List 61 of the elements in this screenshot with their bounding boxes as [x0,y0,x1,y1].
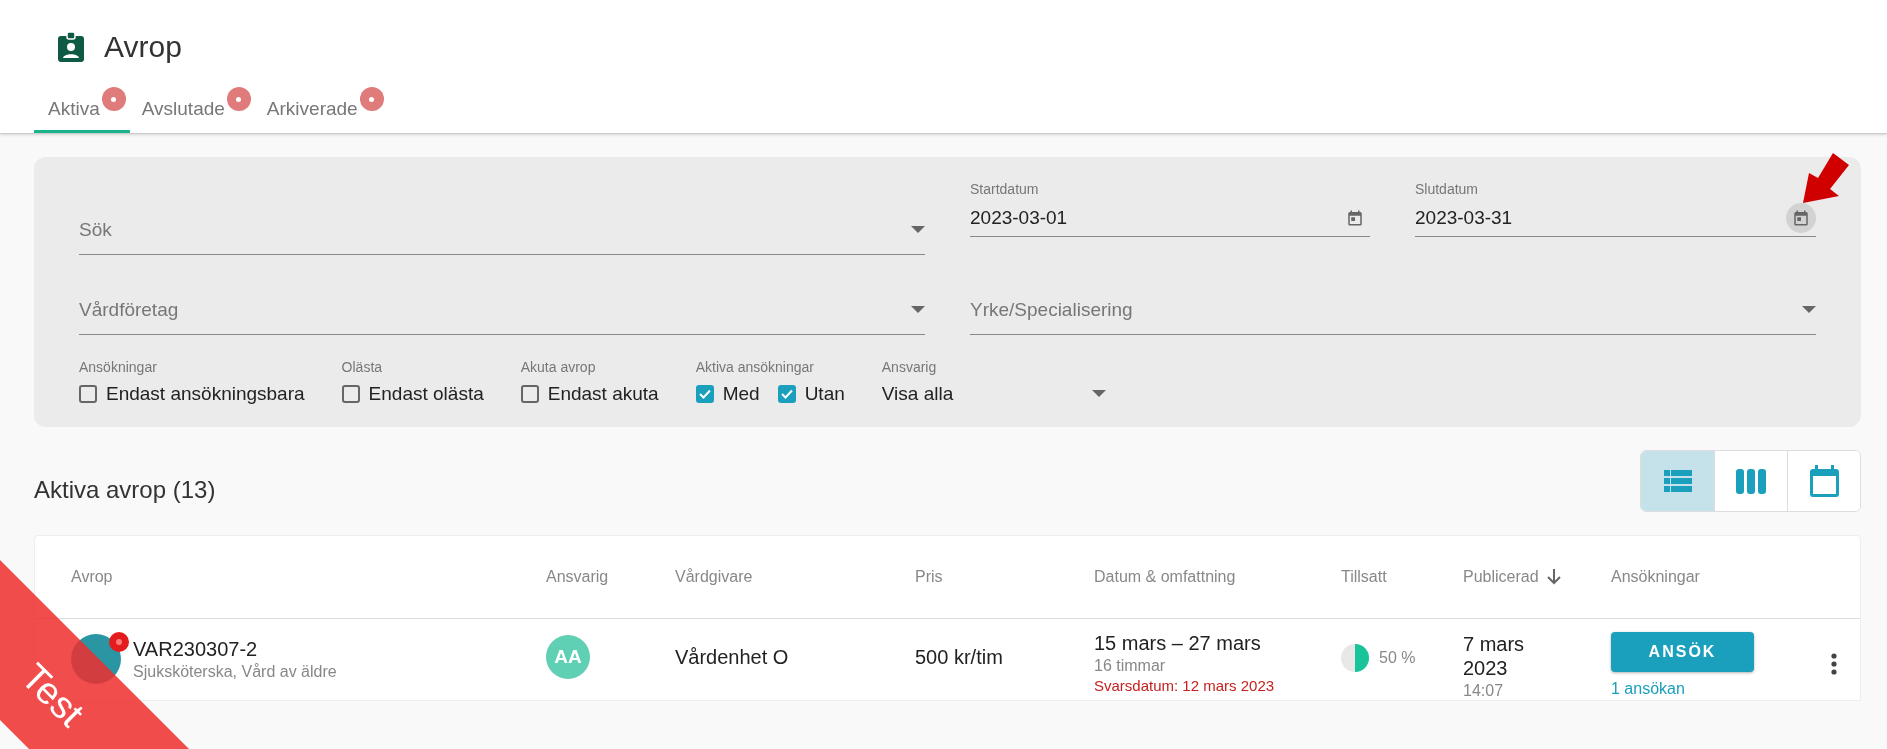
view-toggle-button[interactable] [1641,451,1714,511]
publish-time: 14:07 [1463,682,1505,700]
column-header: Avrop [71,568,113,586]
columns-icon [1735,468,1767,494]
column-header: Tillsatt [1341,568,1387,586]
list-view-icon [1663,470,1692,492]
calendar-icon[interactable] [1346,208,1364,227]
dropdown-field[interactable]: Yrke/Specialisering [970,285,1816,335]
request-subtitle: Sjuksköterska, Vård av äldre [133,663,337,681]
group-label: Ansökningar [79,359,158,375]
dropdown-caret-icon[interactable] [1802,305,1816,314]
view-toggle-button[interactable] [1787,451,1860,511]
annotation-arrow [1803,153,1849,203]
calendar-icon[interactable] [1792,208,1810,227]
publish-date: 7 mars 2023 [1463,632,1526,680]
group-label: Aktiva ansökningar [695,359,815,375]
column-header: Vårdgivare [675,568,753,586]
calendar-icon [1808,464,1840,498]
date-field[interactable]: 2023-03-01 [970,199,1370,237]
group-label: Ansvarig [881,359,938,375]
group-label: Olästa [341,359,384,375]
checkbox-option[interactable]: Endast olästa [341,383,484,405]
field-label: Startdatum [970,181,1040,197]
date-field[interactable]: 2023-03-31 [1415,199,1816,237]
page-title: Avrop [104,30,182,64]
avatar: AA [546,635,590,679]
hours-text: 16 timmar [1094,657,1167,675]
date-range: 15 mars – 27 mars [1094,632,1262,655]
dropdown-caret-icon[interactable] [911,305,925,314]
dropdown-caret-icon[interactable] [1091,390,1106,398]
tab[interactable]: Avslutade [127,86,255,133]
dropdown-field[interactable]: Vårdföretag [79,285,925,335]
field-label: Slutdatum [1415,181,1480,197]
checkbox[interactable] [341,385,360,403]
more-options-icon[interactable] [1831,653,1837,675]
checkbox[interactable] [520,385,539,403]
checkbox-option[interactable]: Endast ansökningsbara [79,383,305,405]
dropdown-caret-icon[interactable] [911,225,925,234]
column-header: Ansvarig [546,568,609,586]
deadline-text: Svarsdatum: 12 mars 2023 [1094,677,1276,694]
badge-icon [58,32,84,62]
table-cell-text: 500 kr/tim [915,646,1004,669]
column-header: Datum & omfattning [1094,568,1236,586]
checkbox-option[interactable]: Utan [777,383,845,405]
table-cell-text: Vårdenhet O [675,646,790,669]
group-label: Akuta avrop [520,359,597,375]
tab[interactable]: Aktiva [34,86,130,133]
section-title: Aktiva avrop (13) [34,476,216,504]
tab[interactable]: Arkiverade [252,86,388,133]
dropdown-field[interactable]: Visa alla [881,383,1106,405]
checkbox[interactable] [79,385,97,403]
checkbox-option[interactable]: Med [695,383,760,405]
column-header: Publicerad [1463,568,1561,586]
percent-text: 50 % [1379,649,1416,667]
column-header: Pris [915,568,943,586]
request-id[interactable]: VAR230307-2 [133,638,337,661]
checkbox-option[interactable]: Endast akuta [520,383,659,405]
column-header: Ansökningar [1611,568,1700,586]
checkbox[interactable] [695,385,714,403]
search-field[interactable]: Sök [79,205,925,255]
checkbox[interactable] [777,385,796,403]
